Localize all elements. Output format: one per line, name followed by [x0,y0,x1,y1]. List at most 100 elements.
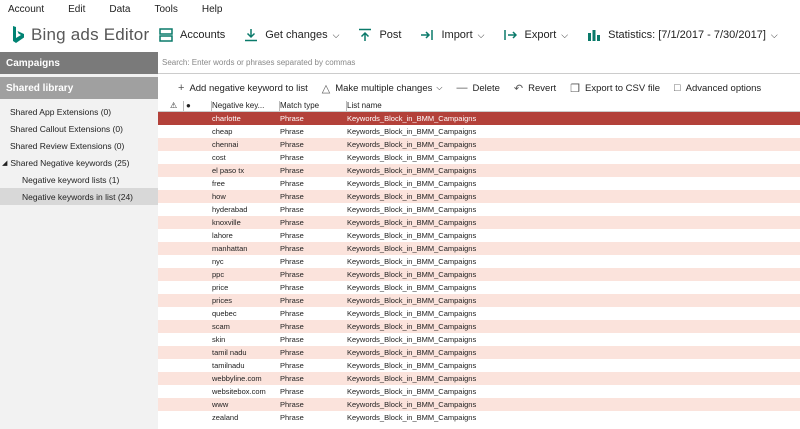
match-type-cell[interactable]: Phrase [280,231,347,240]
statistics-button[interactable]: Statistics: [7/1/2017 - 7/30/2017] ⌵ [586,27,778,43]
menu-edit[interactable]: Edit [68,4,85,15]
table-row[interactable]: cost Phrase Keywords_Block_in_BMM_Campaign… [158,151,800,164]
table-row[interactable]: scam Phrase Keywords_Block_in_BMM_Campaign… [158,320,800,333]
table-row[interactable]: webbyline.com Phrase Keywords_Block_in_BMM… [158,372,800,385]
match-type-cell[interactable]: Phrase [280,400,347,409]
match-type-cell[interactable]: Phrase [280,166,347,175]
keyword-cell[interactable]: websitebox.com [212,387,280,396]
sidebar-shared-library-header[interactable]: Shared library [0,77,158,99]
keyword-cell[interactable]: scam [212,322,280,331]
sidebar-campaigns-header[interactable]: Campaigns [0,52,158,74]
sidebar-item-negative-keywords[interactable]: ◢ Shared Negative keywords (25) [0,154,158,171]
menu-data[interactable]: Data [109,4,130,15]
delete-button[interactable]: — Delete [456,82,499,94]
match-type-cell[interactable]: Phrase [280,296,347,305]
list-name-cell[interactable]: Keywords_Block_in_BMM_Campaigns [347,114,800,123]
keyword-cell[interactable]: prices [212,296,280,305]
export-csv-button[interactable]: ❐ Export to CSV file [570,82,660,95]
table-row[interactable]: tamilnadu Phrase Keywords_Block_in_BMM_Cam… [158,359,800,372]
keyword-cell[interactable]: price [212,283,280,292]
match-type-cell[interactable]: Phrase [280,153,347,162]
keyword-cell[interactable]: cost [212,153,280,162]
error-column-icon[interactable]: ● [184,100,212,111]
keyword-cell[interactable]: tamilnadu [212,361,280,370]
keyword-cell[interactable]: nyc [212,257,280,266]
keyword-cell[interactable]: zealand [212,413,280,422]
keyword-cell[interactable]: free [212,179,280,188]
list-name-cell[interactable]: Keywords_Block_in_BMM_Campaigns [347,283,800,292]
keyword-cell[interactable]: cheap [212,127,280,136]
sidebar-item-callout-extensions[interactable]: Shared Callout Extensions (0) [0,120,158,137]
keyword-cell[interactable]: chennai [212,140,280,149]
table-row[interactable]: zealand Phrase Keywords_Block_in_BMM_Campa… [158,411,800,424]
list-name-cell[interactable]: Keywords_Block_in_BMM_Campaigns [347,413,800,422]
list-name-cell[interactable]: Keywords_Block_in_BMM_Campaigns [347,348,800,357]
table-row[interactable]: lahore Phrase Keywords_Block_in_BMM_Campai… [158,229,800,242]
match-type-cell[interactable]: Phrase [280,205,347,214]
list-name-cell[interactable]: Keywords_Block_in_BMM_Campaigns [347,309,800,318]
match-type-cell[interactable]: Phrase [280,387,347,396]
list-name-cell[interactable]: Keywords_Block_in_BMM_Campaigns [347,270,800,279]
expand-caret-icon[interactable]: ◢ [2,159,7,167]
match-type-cell[interactable]: Phrase [280,218,347,227]
keyword-cell[interactable]: knoxville [212,218,280,227]
make-multiple-changes-button[interactable]: △ Make multiple changes ⌵ [322,82,443,95]
list-name-cell[interactable]: Keywords_Block_in_BMM_Campaigns [347,244,800,253]
accounts-button[interactable]: Accounts [158,27,225,43]
table-row[interactable]: cheap Phrase Keywords_Block_in_BMM_Campaig… [158,125,800,138]
menu-account[interactable]: Account [8,4,44,15]
table-row[interactable]: price Phrase Keywords_Block_in_BMM_Campaig… [158,281,800,294]
list-name-cell[interactable]: Keywords_Block_in_BMM_Campaigns [347,400,800,409]
list-name-cell[interactable]: Keywords_Block_in_BMM_Campaigns [347,257,800,266]
match-type-cell[interactable]: Phrase [280,140,347,149]
table-row[interactable]: skin Phrase Keywords_Block_in_BMM_Campaign… [158,333,800,346]
column-header-keyword[interactable]: Negative key... [212,100,280,111]
keyword-cell[interactable]: hyderabad [212,205,280,214]
keyword-cell[interactable]: el paso tx [212,166,280,175]
keyword-cell[interactable]: webbyline.com [212,374,280,383]
match-type-cell[interactable]: Phrase [280,322,347,331]
sidebar-item-app-extensions[interactable]: Shared App Extensions (0) [0,103,158,120]
match-type-cell[interactable]: Phrase [280,335,347,344]
table-row[interactable]: prices Phrase Keywords_Block_in_BMM_Campai… [158,294,800,307]
list-name-cell[interactable]: Keywords_Block_in_BMM_Campaigns [347,153,800,162]
keyword-cell[interactable]: skin [212,335,280,344]
list-name-cell[interactable]: Keywords_Block_in_BMM_Campaigns [347,387,800,396]
keyword-cell[interactable]: ppc [212,270,280,279]
list-name-cell[interactable]: Keywords_Block_in_BMM_Campaigns [347,205,800,214]
list-name-cell[interactable]: Keywords_Block_in_BMM_Campaigns [347,296,800,305]
match-type-cell[interactable]: Phrase [280,127,347,136]
list-name-cell[interactable]: Keywords_Block_in_BMM_Campaigns [347,192,800,201]
list-name-cell[interactable]: Keywords_Block_in_BMM_Campaigns [347,361,800,370]
keyword-cell[interactable]: how [212,192,280,201]
post-button[interactable]: Post [357,27,401,43]
table-row[interactable]: manhattan Phrase Keywords_Block_in_BMM_Cam… [158,242,800,255]
list-name-cell[interactable]: Keywords_Block_in_BMM_Campaigns [347,335,800,344]
match-type-cell[interactable]: Phrase [280,348,347,357]
match-type-cell[interactable]: Phrase [280,257,347,266]
import-button[interactable]: Import ⌵ [419,27,484,43]
list-name-cell[interactable]: Keywords_Block_in_BMM_Campaigns [347,140,800,149]
table-row[interactable]: nyc Phrase Keywords_Block_in_BMM_Campaigns [158,255,800,268]
table-row[interactable]: www Phrase Keywords_Block_in_BMM_Campaigns [158,398,800,411]
sidebar-item-negative-keywords-in-list[interactable]: Negative keywords in list (24) [0,188,158,205]
match-type-cell[interactable]: Phrase [280,179,347,188]
list-name-cell[interactable]: Keywords_Block_in_BMM_Campaigns [347,374,800,383]
sidebar-item-review-extensions[interactable]: Shared Review Extensions (0) [0,137,158,154]
table-row[interactable]: chennai Phrase Keywords_Block_in_BMM_Campa… [158,138,800,151]
menu-tools[interactable]: Tools [155,4,178,15]
add-negative-keyword-button[interactable]: + Add negative keyword to list [178,82,308,94]
menu-help[interactable]: Help [202,4,223,15]
list-name-cell[interactable]: Keywords_Block_in_BMM_Campaigns [347,127,800,136]
table-row[interactable]: charlotte Phrase Keywords_Block_in_BMM_Cam… [158,112,800,125]
sidebar-item-negative-keyword-lists[interactable]: Negative keyword lists (1) [0,171,158,188]
match-type-cell[interactable]: Phrase [280,374,347,383]
keyword-cell[interactable]: www [212,400,280,409]
keyword-cell[interactable]: quebec [212,309,280,318]
match-type-cell[interactable]: Phrase [280,361,347,370]
search-input[interactable]: Search: Enter words or phrases separated… [158,52,800,74]
table-row[interactable]: how Phrase Keywords_Block_in_BMM_Campaigns [158,190,800,203]
match-type-cell[interactable]: Phrase [280,413,347,422]
keyword-cell[interactable]: lahore [212,231,280,240]
list-name-cell[interactable]: Keywords_Block_in_BMM_Campaigns [347,231,800,240]
